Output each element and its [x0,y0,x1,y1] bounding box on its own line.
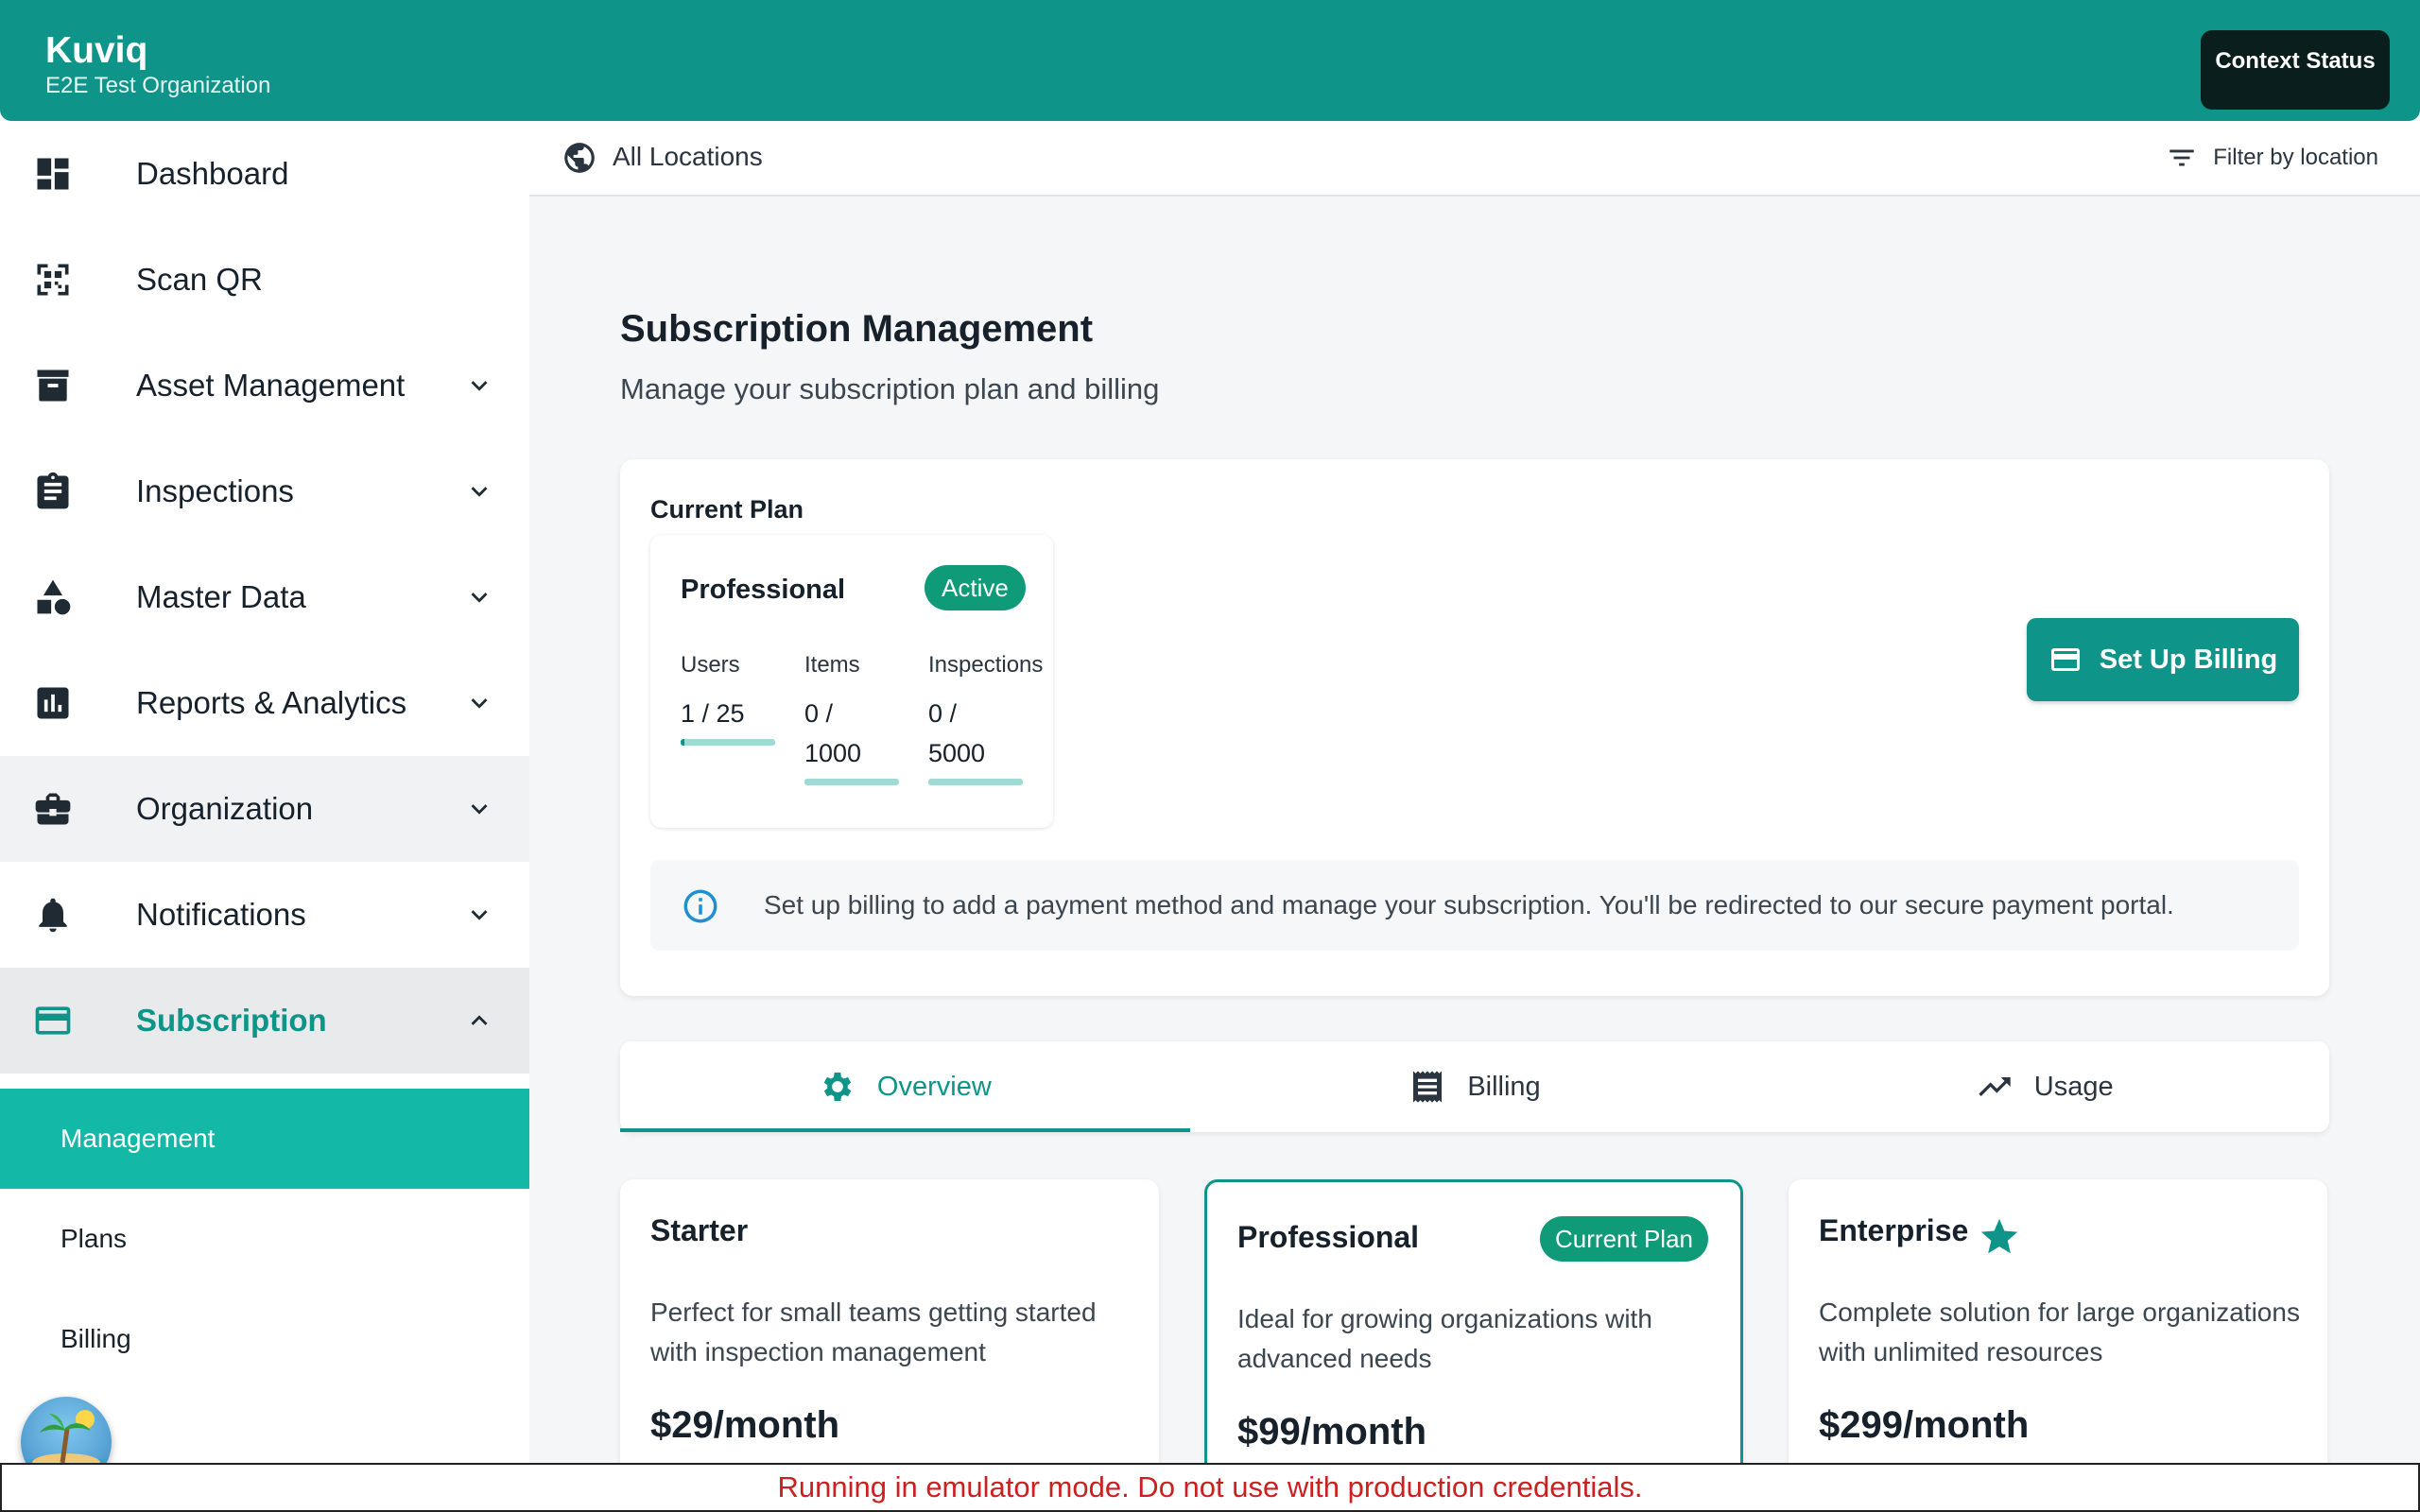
metric-label: Users [681,652,740,678]
plan-card-description: Perfect for small teams getting started … [650,1297,1097,1366]
brand-name: Kuviq [45,30,148,71]
app-header: Kuviq E2E Test Organization Context Stat… [0,0,2420,121]
bar-chart-icon [32,682,74,724]
sidebar-item-label: Dashboard [136,156,289,191]
emulator-warning-banner: Running in emulator mode. Do not use wit… [0,1463,2420,1512]
set-up-billing-label: Set Up Billing [2099,644,2278,675]
sidebar-item-inspections[interactable]: Inspections [0,438,529,544]
usage-metric-users: Users 1 / 25 [681,652,779,746]
status-badge: Active [925,565,1026,610]
clipboard-icon [32,471,74,512]
tab-label: Overview [876,1071,992,1102]
briefcase-icon [32,788,74,830]
plan-card-description: Complete solution for large organization… [1819,1297,2300,1366]
plan-card-price: $99/month [1237,1411,1427,1452]
chevron-down-icon[interactable] [463,899,495,931]
credit-card-icon [32,1000,74,1041]
tab-billing[interactable]: Billing [1190,1041,1760,1132]
info-icon [681,886,720,926]
usage-metric-items: Items 0 / 1000 [804,652,903,785]
plan-card-price: $299/month [1819,1404,2030,1446]
shapes-icon [32,576,74,618]
sidebar-item-reports-analytics[interactable]: Reports & Analytics [0,650,529,756]
sidebar-item-scan-qr[interactable]: Scan QR [0,227,529,333]
plan-name: Professional [681,575,846,605]
tab-label: Usage [2033,1071,2114,1102]
chevron-down-icon[interactable] [463,687,495,719]
organization-name: E2E Test Organization [45,73,271,98]
current-plan-badge: Current Plan [1540,1216,1708,1262]
chevron-up-icon[interactable] [463,1005,495,1037]
plan-card-name: Starter [650,1213,749,1247]
sidebar-item-organization[interactable]: Organization [0,756,529,862]
trending-up-icon [1979,1077,2011,1096]
filter-icon [2166,142,2198,174]
sidebar-item-label: Notifications [136,897,306,932]
context-status-button[interactable]: Context Status [2201,30,2390,110]
globe-icon [562,140,597,176]
sidebar-item-label: Reports & Analytics [136,685,407,720]
archive-icon [32,365,74,406]
filter-by-location-button[interactable]: Filter by location [2166,142,2378,174]
sidebar-item-label: Organization [136,791,314,826]
sidebar-item-subscription[interactable]: Subscription [0,968,529,1074]
sidebar-item-label: Asset Management [136,368,406,403]
current-plan-card: Current Plan Professional Active Users 1… [620,459,2329,996]
sidebar-item-master-data[interactable]: Master Data [0,544,529,650]
usage-progress-bar [681,739,775,746]
gear-icon [823,1073,852,1101]
sidebar-item-notifications[interactable]: Notifications [0,862,529,968]
sidebar-item-dashboard[interactable]: Dashboard [0,121,529,227]
usage-metric-inspections: Inspections 0 / 5000 [928,652,1051,785]
tab-overview[interactable]: Overview [620,1041,1190,1132]
sidebar-item-label: Subscription [136,1003,327,1038]
dashboard-icon [32,153,74,195]
plan-summary: Professional Active Users 1 / 25 Items 0… [650,535,1053,828]
sidebar-item-label: Scan QR [136,262,263,297]
sidebar-subitem-billing[interactable]: Billing [0,1289,529,1389]
chevron-down-icon[interactable] [463,475,495,507]
metric-label: Inspections [928,652,1044,678]
sidebar-subitem-management[interactable]: Management [0,1089,529,1189]
subscription-tabs: Overview Billing Usage [620,1041,2329,1132]
page-title: Subscription Management [620,308,1094,350]
tab-usage[interactable]: Usage [1759,1041,2329,1132]
usage-progress-bar [928,779,1023,785]
metric-value: 0 / 1000 [804,699,862,767]
chevron-down-icon[interactable] [463,793,495,825]
location-bar: All Locations Filter by location [529,121,2420,197]
sidebar-subitem-plans[interactable]: Plans [0,1189,529,1289]
receipt-icon [1413,1071,1443,1103]
page-subtitle: Manage your subscription plan and billin… [620,372,1160,405]
plan-card-description: Ideal for growing organizations with adv… [1237,1304,1652,1373]
chevron-down-icon[interactable] [463,581,495,613]
set-up-billing-button[interactable]: Set Up Billing [2027,618,2299,701]
plan-card-price: $29/month [650,1404,840,1446]
sidebar-item-asset-management[interactable]: Asset Management [0,333,529,438]
filter-label: Filter by location [2213,145,2378,170]
plan-card-name: Enterprise [1819,1213,1969,1247]
credit-card-icon [2050,648,2080,671]
current-plan-heading: Current Plan [650,495,804,524]
usage-progress-fill [681,739,684,746]
tab-label: Billing [1467,1071,1541,1102]
sidebar-item-label: Master Data [136,579,306,614]
metric-value: 1 / 25 [681,699,745,728]
sidebar: Dashboard Scan QR Asset Management Inspe… [0,121,529,1512]
billing-info-alert: Set up billing to add a payment method a… [650,860,2299,951]
metric-value: 0 / 5000 [928,699,986,767]
chevron-down-icon[interactable] [463,369,495,402]
qr-scan-icon [32,259,74,301]
star-icon [1978,1215,2021,1259]
sidebar-item-label: Inspections [136,473,294,508]
plan-card-name: Professional [1237,1220,1420,1254]
location-selector[interactable]: All Locations [613,142,763,172]
usage-progress-bar [804,779,899,785]
bell-icon [32,894,74,936]
info-message: Set up billing to add a payment method a… [764,890,2174,919]
metric-label: Items [804,652,860,678]
